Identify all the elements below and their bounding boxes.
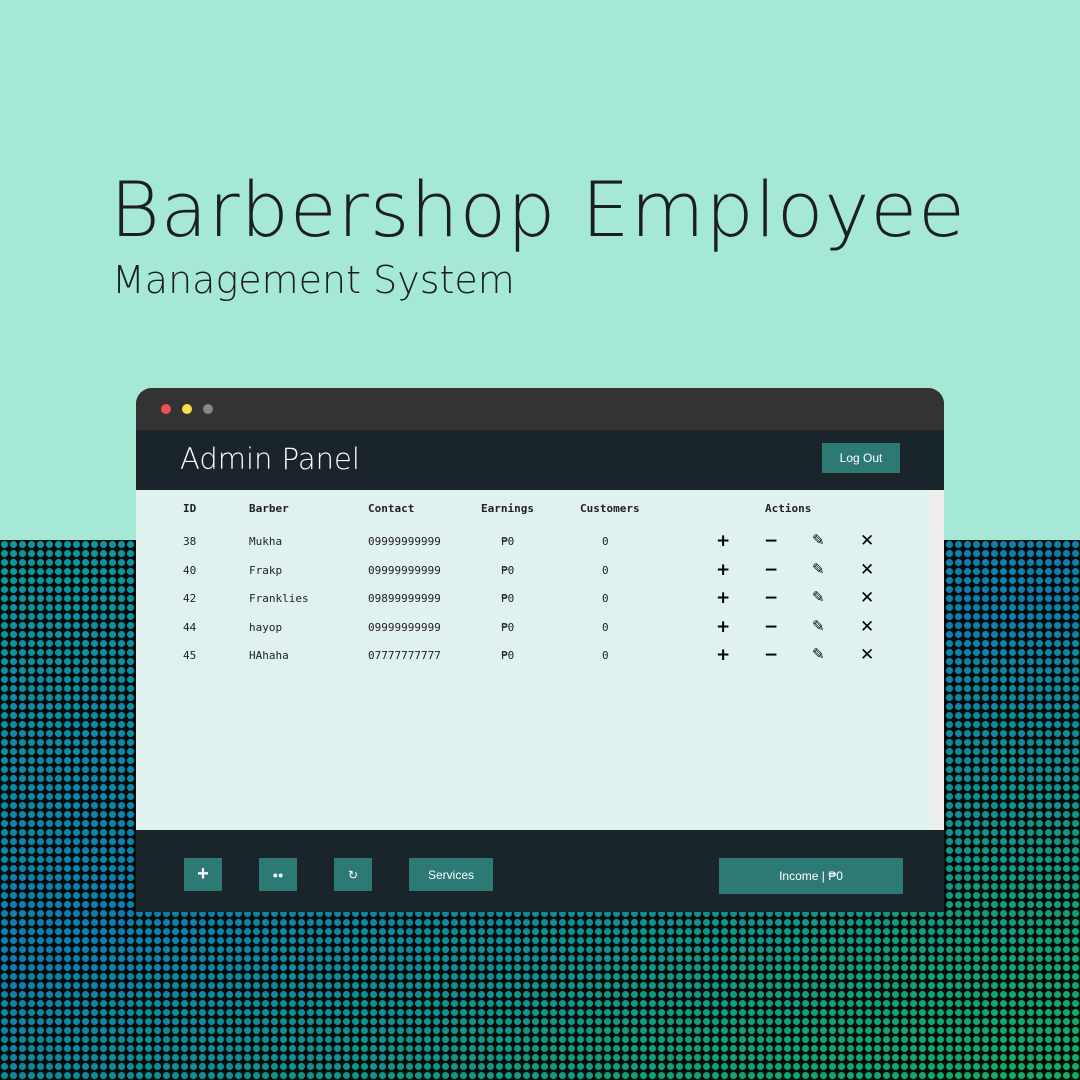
refresh-button[interactable]: ↻ <box>334 858 372 891</box>
delete-action-icon[interactable]: ✕ <box>860 588 874 608</box>
add-barber-button[interactable]: + <box>184 858 222 891</box>
cell-earnings: ₱0 <box>501 620 515 634</box>
column-header-contact: Contact <box>368 502 415 515</box>
maximize-window-dot[interactable] <box>203 404 213 414</box>
cell-id: 45 <box>183 649 197 662</box>
cell-barber: Mukha <box>249 535 283 548</box>
column-header-customers: Customers <box>580 502 640 515</box>
column-header-id: ID <box>183 502 197 515</box>
cell-earnings: ₱0 <box>501 535 515 548</box>
cell-id: 40 <box>183 563 197 577</box>
cell-barber: hayop <box>249 620 283 634</box>
cell-barber: HAhaha <box>249 649 289 662</box>
cell-customers: 0 <box>602 535 609 548</box>
edit-action-icon[interactable]: ✎ <box>812 645 825 663</box>
cell-contact: 09999999999 <box>368 535 441 548</box>
hero-subtitle: Management System <box>112 258 515 302</box>
scrollbar[interactable] <box>930 490 944 830</box>
cell-earnings: ₱0 <box>501 563 515 577</box>
page-title: Admin Panel <box>180 442 360 476</box>
edit-action-icon[interactable]: ✎ <box>812 560 825 578</box>
close-window-dot[interactable] <box>161 404 171 414</box>
edit-action-icon[interactable]: ✎ <box>812 617 825 635</box>
app-header: Admin Panel Log Out <box>136 430 944 490</box>
cell-contact: 09999999999 <box>368 620 441 634</box>
add-action-icon[interactable]: + <box>716 645 730 665</box>
cell-id: 42 <box>183 592 197 605</box>
income-button[interactable]: Income | ₱0 <box>719 858 903 894</box>
employee-table: ID Barber Contact Earnings Customers Actions 3… <box>136 490 944 830</box>
minus-action-icon[interactable]: − <box>764 588 778 608</box>
view-button[interactable]: ●● <box>259 858 297 891</box>
delete-action-icon[interactable]: ✕ <box>860 617 874 637</box>
minimize-window-dot[interactable] <box>182 404 192 414</box>
hero-title: Barbershop Employee <box>110 165 966 254</box>
delete-action-icon[interactable]: ✕ <box>860 645 874 665</box>
cell-customers: 0 <box>602 563 609 577</box>
cell-customers: 0 <box>602 620 609 634</box>
edit-action-icon[interactable]: ✎ <box>812 588 825 606</box>
delete-action-icon[interactable]: ✕ <box>860 531 874 551</box>
edit-action-icon[interactable]: ✎ <box>812 531 825 549</box>
cell-contact: 09999999999 <box>368 563 441 577</box>
cell-contact: 07777777777 <box>368 649 441 662</box>
minus-action-icon[interactable]: − <box>764 617 778 637</box>
window-titlebar <box>136 388 944 430</box>
add-action-icon[interactable]: + <box>716 588 730 608</box>
delete-action-icon[interactable]: ✕ <box>860 560 874 580</box>
app-window: Admin Panel Log Out ID Barber Contact Earni… <box>136 388 944 912</box>
add-action-icon[interactable]: + <box>716 560 730 580</box>
minus-action-icon[interactable]: − <box>764 531 778 551</box>
cell-customers: 0 <box>602 592 609 605</box>
footer-toolbar: + ●● ↻ Services Income | ₱0 <box>136 830 944 912</box>
cell-customers: 0 <box>602 649 609 662</box>
cell-barber: Franklies <box>249 592 309 605</box>
column-header-barber: Barber <box>249 502 289 515</box>
column-header-actions: Actions <box>765 502 812 515</box>
add-action-icon[interactable]: + <box>716 531 730 551</box>
logout-button[interactable]: Log Out <box>822 443 900 473</box>
add-action-icon[interactable]: + <box>716 617 730 637</box>
column-header-earnings: Earnings <box>481 502 534 515</box>
cell-id: 38 <box>183 535 197 548</box>
minus-action-icon[interactable]: − <box>764 560 778 580</box>
minus-action-icon[interactable]: − <box>764 645 778 665</box>
cell-earnings: ₱0 <box>501 649 515 662</box>
cell-id: 44 <box>183 620 197 634</box>
cell-contact: 09899999999 <box>368 592 441 605</box>
cell-earnings: ₱0 <box>501 592 515 605</box>
services-button[interactable]: Services <box>409 858 493 891</box>
cell-barber: Frakp <box>249 563 283 577</box>
